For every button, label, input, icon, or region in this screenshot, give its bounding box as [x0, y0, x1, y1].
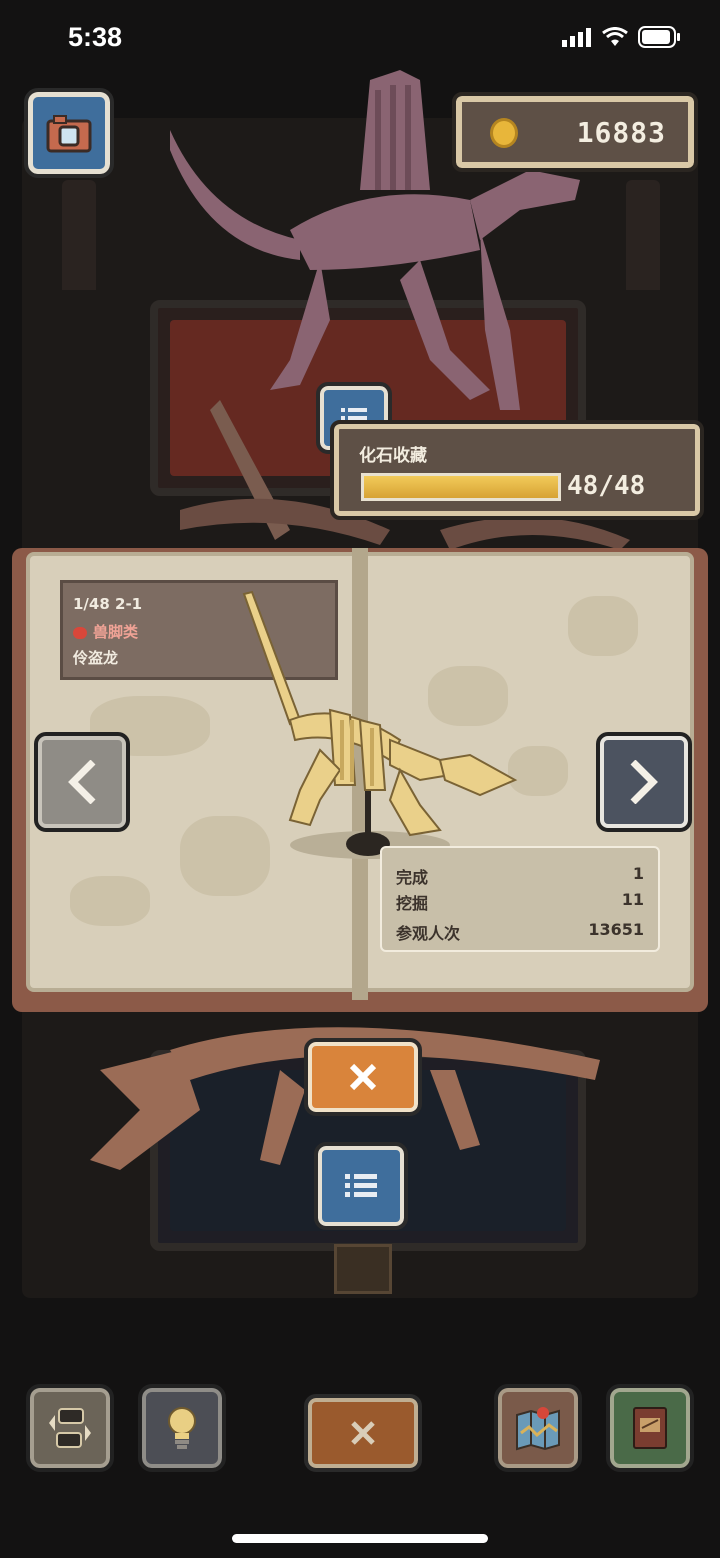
battery-icon [638, 26, 680, 48]
list-icon [345, 1174, 377, 1197]
book-icon [633, 1407, 667, 1449]
coin-icon [490, 118, 518, 148]
swap-icon [49, 1408, 91, 1448]
close-button-bottom[interactable] [304, 1394, 422, 1472]
camera-icon [46, 115, 92, 153]
fossil-category: 兽脚类 [93, 623, 139, 641]
exhibit-list-button-bottom[interactable] [314, 1142, 408, 1230]
close-icon [351, 1421, 375, 1445]
stat-row-excavate: 挖掘 11 [396, 890, 644, 914]
collection-title: 化石收藏 [359, 446, 427, 466]
stat-value: 13651 [588, 920, 644, 939]
stat-label: 参观人次 [396, 924, 461, 943]
fossil-collection-panel: 化石收藏 48/48 [330, 420, 704, 520]
lightbulb-icon [168, 1407, 196, 1449]
prev-page-button[interactable] [34, 732, 130, 832]
category-dot [73, 626, 87, 639]
signal-icon [562, 28, 591, 47]
fossil-page-line: 1/48 2-1 [73, 595, 143, 613]
stat-label: 挖掘 [396, 894, 429, 913]
hint-button[interactable] [138, 1384, 226, 1472]
stat-value: 1 [632, 864, 644, 883]
camera-button[interactable] [24, 88, 114, 178]
close-book-button[interactable] [304, 1038, 422, 1116]
stat-row-complete: 完成 1 [396, 864, 644, 888]
status-icons [562, 26, 682, 48]
fossil-category-row: 兽脚类 [73, 621, 138, 642]
fossil-stats-box: 完成 1 挖掘 11 参观人次 13651 [380, 846, 660, 952]
chevron-right-icon [630, 760, 658, 804]
collection-count: 48/48 [567, 471, 646, 501]
close-icon [349, 1063, 377, 1091]
pillar-right [626, 180, 660, 290]
wifi-icon [602, 27, 628, 46]
next-page-button[interactable] [596, 732, 692, 832]
chevron-left-icon [68, 760, 96, 804]
coin-balance-panel: 16883 [452, 92, 698, 172]
encyclopedia-button[interactable] [606, 1384, 694, 1472]
collection-progress-bar [361, 473, 561, 501]
map-button[interactable] [494, 1384, 582, 1472]
stat-row-visitors: 参观人次 13651 [396, 920, 644, 944]
pillar-left [62, 180, 96, 290]
map-icon [516, 1407, 560, 1451]
velociraptor-skeleton-art[interactable] [240, 590, 530, 870]
rearrange-button[interactable] [26, 1384, 114, 1472]
exhibit-plaque [334, 1244, 392, 1294]
home-indicator[interactable] [232, 1534, 488, 1543]
stat-value: 11 [621, 890, 644, 909]
collection-progress-fill [364, 476, 558, 498]
stat-label: 完成 [396, 868, 429, 887]
status-time: 5:38 [68, 22, 123, 52]
coin-balance: 16883 [576, 116, 666, 149]
fossil-name: 伶盗龙 [73, 649, 119, 667]
